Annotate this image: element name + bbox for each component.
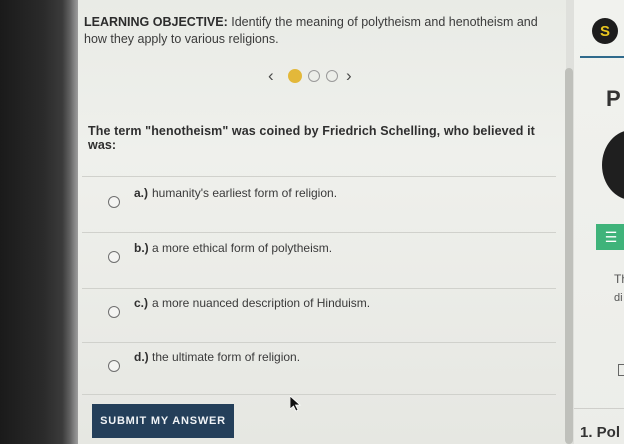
mouse-cursor-icon — [290, 396, 302, 412]
option-text: a more nuanced description of Hinduism. — [152, 296, 371, 310]
answer-option-b[interactable]: b.) a more ethical form of polytheism. — [108, 241, 548, 271]
divider — [82, 288, 556, 289]
option-text: the ultimate form of religion. — [152, 350, 301, 364]
panel-heading-fragment: P — [606, 86, 621, 111]
chevron-right-icon[interactable]: › — [346, 66, 352, 86]
divider — [82, 232, 556, 233]
carousel-dot-3[interactable] — [326, 70, 338, 82]
question-carousel: ‹ › — [268, 66, 368, 88]
right-side-panel: S P ☰ Th di 1. Pol — [574, 0, 624, 444]
panel-text-fragment: Th — [614, 272, 624, 286]
learning-objective: LEARNING OBJECTIVE: Identify the meaning… — [84, 14, 554, 48]
radio-button[interactable] — [108, 306, 120, 318]
avatar — [602, 130, 624, 200]
question-text: The term "henotheism" was coined by Frie… — [88, 124, 535, 152]
list-icon[interactable]: ☰ — [596, 224, 624, 250]
main-panel: LEARNING OBJECTIVE: Identify the meaning… — [78, 0, 573, 444]
answer-option-d[interactable]: d.) the ultimate form of religion. — [108, 350, 548, 380]
monitor-bezel — [0, 0, 78, 444]
carousel-dot-1[interactable] — [288, 69, 302, 83]
brand-logo-icon: S — [592, 18, 618, 44]
radio-button[interactable] — [108, 251, 120, 263]
header-underline — [580, 56, 624, 58]
option-text: humanity's earliest form of religion. — [152, 186, 338, 200]
objective-label: LEARNING OBJECTIVE: — [84, 15, 228, 29]
radio-button[interactable] — [108, 360, 120, 372]
option-letter: a.) — [134, 186, 149, 200]
option-letter: c.) — [134, 296, 149, 310]
carousel-dot-2[interactable] — [308, 70, 320, 82]
scrollbar[interactable] — [565, 68, 573, 444]
divider — [82, 394, 556, 395]
answer-option-c[interactable]: c.) a more nuanced description of Hindui… — [108, 296, 548, 326]
option-letter: d.) — [134, 350, 149, 364]
section-heading-fragment: 1. Pol — [580, 424, 621, 441]
option-letter: b.) — [134, 241, 149, 255]
chevron-left-icon[interactable]: ‹ — [268, 66, 274, 86]
answer-option-a[interactable]: a.) humanity's earliest form of religion… — [108, 186, 548, 216]
divider — [82, 342, 556, 343]
submit-answer-button[interactable]: SUBMIT MY ANSWER — [92, 404, 234, 438]
checkbox[interactable] — [618, 364, 624, 376]
divider — [574, 408, 624, 409]
panel-text-fragment-2: di — [614, 292, 623, 304]
radio-button[interactable] — [108, 196, 120, 208]
divider — [82, 176, 556, 177]
option-text: a more ethical form of polytheism. — [152, 241, 333, 255]
